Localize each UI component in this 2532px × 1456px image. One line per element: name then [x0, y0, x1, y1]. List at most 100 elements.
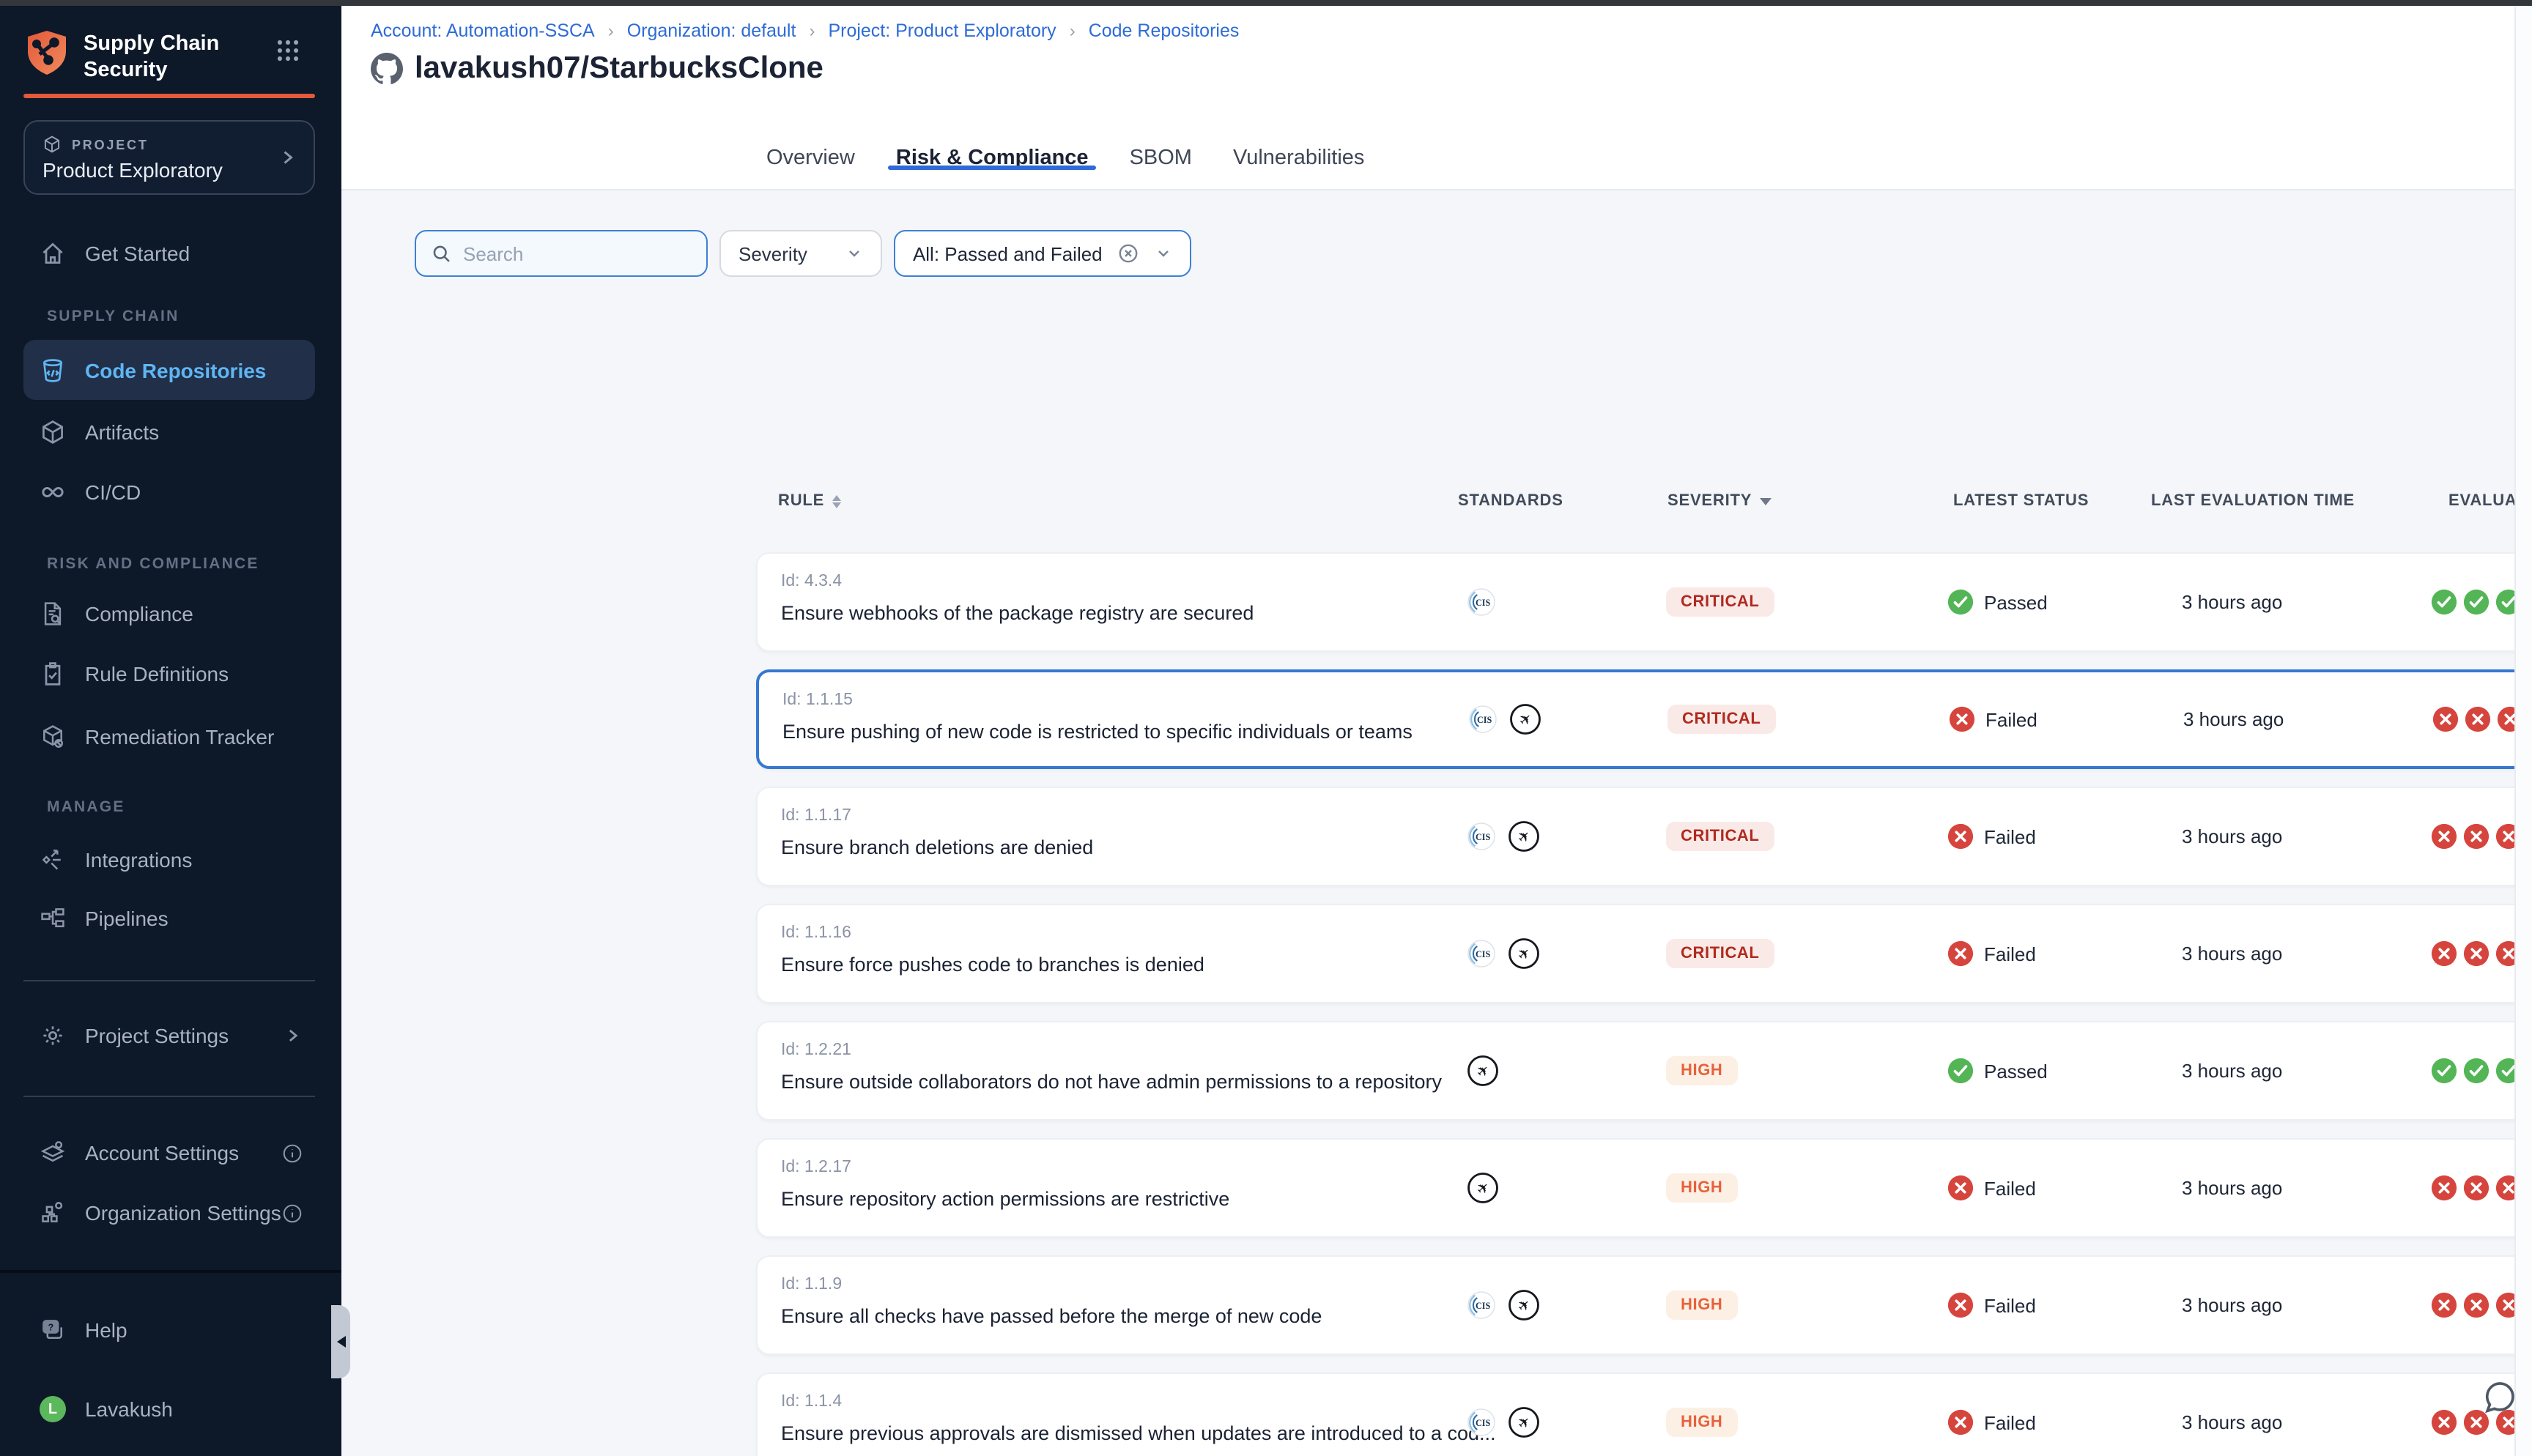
sidebar-item-project-settings[interactable]: Project Settings — [23, 1011, 315, 1061]
sidebar-item-help[interactable]: ? Help — [23, 1305, 315, 1355]
standards-cell: CIS✈ — [1467, 820, 1540, 853]
sidebar-item-label: Remediation Tracker — [85, 725, 274, 749]
collapse-arrow-icon — [336, 1336, 345, 1348]
column-header-standards: STANDARDS — [1458, 492, 1563, 510]
sidebar-item-label: Rule Definitions — [85, 662, 229, 686]
tab-sbom[interactable]: SBOM — [1127, 132, 1195, 189]
sidebar-item-get-started[interactable]: Get Started — [23, 229, 315, 278]
sidebar-item-pipelines[interactable]: Pipelines — [23, 894, 315, 943]
history-fail-icon — [2431, 1409, 2457, 1435]
column-header-rule[interactable]: RULE — [778, 492, 840, 510]
cis-standard-icon: CIS — [1467, 1290, 1496, 1320]
integrations-icon — [40, 847, 66, 873]
history-fail-icon — [2463, 1175, 2490, 1201]
history-fail-icon — [2463, 940, 2490, 967]
sidebar-item-integrations[interactable]: Integrations — [23, 835, 315, 885]
rule-id: Id: 4.3.4 — [781, 573, 842, 590]
sidebar-item-label: CI/CD — [85, 480, 141, 504]
rule-title: Ensure previous approvals are dismissed … — [781, 1422, 1496, 1444]
sidebar-divider — [23, 980, 315, 981]
status-icon — [1947, 940, 1974, 967]
svg-text:CIS: CIS — [1476, 598, 1490, 608]
column-header-severity[interactable]: SEVERITY — [1667, 492, 1771, 510]
search-input[interactable] — [463, 242, 683, 264]
table-row[interactable]: Id: 1.2.17 Ensure repository action perm… — [756, 1138, 2532, 1238]
breadcrumb-organization[interactable]: Organization: default — [627, 21, 796, 41]
sidebar-item-account-settings[interactable]: Account Settings — [23, 1128, 315, 1178]
sidebar-item-label: Pipelines — [85, 907, 169, 930]
support-chat-icon[interactable] — [2481, 1378, 2519, 1416]
standards-cell: CIS✈ — [1468, 703, 1541, 735]
sidebar-item-cicd[interactable]: CI/CD — [23, 467, 315, 517]
sidebar-item-rule-definitions[interactable]: Rule Definitions — [23, 649, 315, 699]
table-row[interactable]: Id: 1.1.15 Ensure pushing of new code is… — [756, 669, 2532, 769]
standards-cell: ✈ — [1467, 1172, 1499, 1204]
pipelines-icon — [40, 905, 66, 932]
clipboard-check-icon — [40, 661, 66, 687]
latest-status-cell: Failed — [1947, 940, 2036, 967]
search-box[interactable] — [415, 230, 708, 277]
cis-standard-icon: CIS — [1468, 705, 1498, 734]
status-filter-chip[interactable]: All: Passed and Failed — [894, 230, 1192, 277]
tab-risk-and-compliance[interactable]: Risk & Compliance — [893, 132, 1092, 189]
rule-title: Ensure branch deletions are denied — [781, 836, 1093, 858]
status-text: Failed — [1984, 1177, 2036, 1199]
sidebar-user[interactable]: L Lavakush — [23, 1384, 315, 1434]
breadcrumb-code-repositories[interactable]: Code Repositories — [1089, 21, 1240, 41]
filter-bar: Severity All: Passed and Failed — [415, 230, 1192, 277]
sidebar-collapse-handle[interactable] — [331, 1305, 350, 1378]
table-row[interactable]: Id: 1.1.9 Ensure all checks have passed … — [756, 1255, 2532, 1355]
table-row[interactable]: Id: 1.1.17 Ensure branch deletions are d… — [756, 787, 2532, 886]
history-fail-icon — [2431, 823, 2457, 850]
svg-text:?: ? — [48, 1322, 53, 1332]
owasp-standard-icon: ✈ — [1467, 1172, 1499, 1204]
breadcrumb-account[interactable]: Account: Automation-SSCA — [371, 21, 595, 41]
sidebar-item-compliance[interactable]: Compliance — [23, 589, 315, 639]
help-chat-icon: ? — [40, 1317, 66, 1343]
breadcrumb: Account: Automation-SSCA› Organization: … — [371, 21, 1239, 41]
code-repository-icon — [40, 357, 66, 383]
rules-table-body: Id: 4.3.4 Ensure webhooks of the package… — [756, 552, 2532, 1456]
sidebar-item-artifacts[interactable]: Artifacts — [23, 407, 315, 457]
status-text: Failed — [1984, 825, 2036, 847]
box-wrench-icon — [40, 724, 66, 750]
box-icon — [40, 419, 66, 445]
search-icon — [431, 242, 453, 264]
history-pass-icon — [2431, 1058, 2457, 1084]
table-row[interactable]: Id: 1.2.21 Ensure outside collaborators … — [756, 1021, 2532, 1121]
rule-title: Ensure force pushes code to branches is … — [781, 954, 1204, 976]
sidebar-item-remediation-tracker[interactable]: Remediation Tracker — [23, 712, 315, 762]
tab-vulnerabilities[interactable]: Vulnerabilities — [1230, 132, 1367, 189]
sidebar-item-code-repositories[interactable]: Code Repositories — [23, 340, 315, 400]
svg-text:CIS: CIS — [1476, 1418, 1490, 1428]
project-selector[interactable]: PROJECT Product Exploratory — [23, 120, 315, 195]
clear-filter-icon[interactable] — [1117, 242, 1141, 265]
breadcrumb-project[interactable]: Project: Product Exploratory — [828, 21, 1056, 41]
page-scrollbar[interactable] — [2514, 0, 2532, 1456]
table-row[interactable]: Id: 1.1.4 Ensure previous approvals are … — [756, 1373, 2532, 1456]
severity-filter-dropdown[interactable]: Severity — [719, 230, 882, 277]
table-row[interactable]: Id: 4.3.4 Ensure webhooks of the package… — [756, 552, 2532, 652]
history-fail-icon — [2465, 706, 2491, 732]
sidebar-footer-divider — [0, 1270, 341, 1273]
history-fail-icon — [2431, 1292, 2457, 1318]
status-icon — [1947, 1409, 1974, 1435]
latest-status-cell: Failed — [1947, 1175, 2036, 1201]
github-icon — [371, 53, 403, 85]
app-switcher-grid-icon[interactable] — [275, 38, 300, 63]
last-evaluation-time: 3 hours ago — [2182, 591, 2282, 613]
latest-status-cell: Failed — [1947, 823, 2036, 850]
chevron-right-icon — [277, 146, 299, 168]
sort-icon — [832, 494, 840, 508]
owasp-standard-icon: ✈ — [1508, 937, 1540, 970]
tab-overview[interactable]: Overview — [763, 132, 858, 189]
sidebar-item-label: Code Repositories — [85, 358, 266, 382]
page-header: Account: Automation-SSCA› Organization: … — [341, 0, 2532, 190]
status-icon — [1949, 706, 1975, 732]
sidebar-item-label: Compliance — [85, 602, 193, 625]
status-icon — [1947, 1292, 1974, 1318]
history-fail-icon — [2431, 1175, 2457, 1201]
sidebar-item-organization-settings[interactable]: Organization Settings — [23, 1188, 315, 1238]
table-row[interactable]: Id: 1.1.16 Ensure force pushes code to b… — [756, 904, 2532, 1003]
sidebar: Supply ChainSecurity PROJECT Product Exp… — [0, 0, 341, 1456]
